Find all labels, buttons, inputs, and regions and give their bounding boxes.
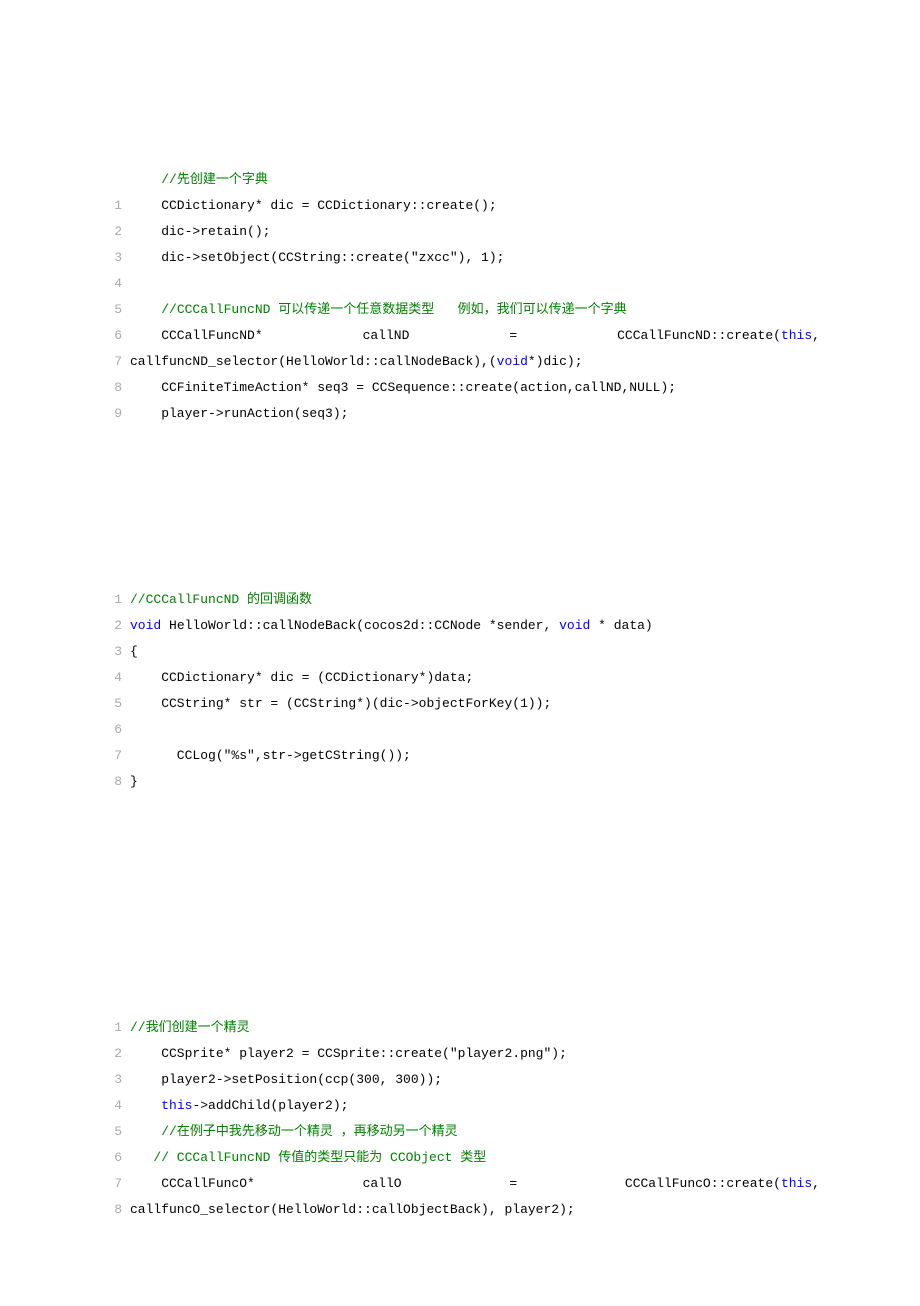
code-block-1: //先创建一个字典 1 CCDictionary* dic = CCDictio… [100, 170, 820, 430]
code-text: CCCallFuncO*callO=CCCallFuncO::create(th… [130, 1174, 820, 1195]
code-line: 6 [100, 720, 820, 746]
code-line: 5 //在例子中我先移动一个精灵 ，再移动另一个精灵 [100, 1122, 820, 1148]
line-number: 5 [100, 300, 130, 321]
code-text: //先创建一个字典 [130, 170, 820, 191]
line-number: 5 [100, 1122, 130, 1143]
code-line: 6 // CCCallFuncND 传值的类型只能为 CCObject 类型 [100, 1148, 820, 1174]
line-number: 4 [100, 668, 130, 689]
code-text: player2->setPosition(ccp(300, 300)); [130, 1070, 820, 1091]
code-line: 5 CCString* str = (CCString*)(dic->objec… [100, 694, 820, 720]
line-number: 6 [100, 720, 130, 741]
code-text: callfuncND_selector(HelloWorld::callNode… [130, 352, 820, 373]
line-number: 4 [100, 1096, 130, 1117]
code-text: callfuncO_selector(HelloWorld::callObjec… [130, 1200, 820, 1221]
code-text: } [130, 772, 820, 793]
code-document: //先创建一个字典 1 CCDictionary* dic = CCDictio… [0, 0, 920, 1306]
code-text: { [130, 642, 820, 663]
code-text: void HelloWorld::callNodeBack(cocos2d::C… [130, 616, 820, 637]
line-number: 1 [100, 1018, 130, 1039]
code-line: 7callfuncND_selector(HelloWorld::callNod… [100, 352, 820, 378]
code-line: 8callfuncO_selector(HelloWorld::callObje… [100, 1200, 820, 1226]
code-line: 7 CCCallFuncO*callO=CCCallFuncO::create(… [100, 1174, 820, 1200]
line-number: 7 [100, 1174, 130, 1195]
code-line: 9 player->runAction(seq3); [100, 404, 820, 430]
code-line: 2 CCSprite* player2 = CCSprite::create("… [100, 1044, 820, 1070]
line-number: 7 [100, 352, 130, 373]
line-number: 3 [100, 642, 130, 663]
code-line: 4 this->addChild(player2); [100, 1096, 820, 1122]
code-line: 8} [100, 772, 820, 798]
code-line: 2 dic->retain(); [100, 222, 820, 248]
line-number: 2 [100, 222, 130, 243]
code-line: 3{ [100, 642, 820, 668]
code-lines: 1//CCCallFuncND 的回调函数2void HelloWorld::c… [100, 590, 820, 798]
code-text: CCSprite* player2 = CCSprite::create("pl… [130, 1044, 820, 1065]
code-text: CCFiniteTimeAction* seq3 = CCSequence::c… [130, 378, 820, 399]
code-text: player->runAction(seq3); [130, 404, 820, 425]
line-number: 7 [100, 746, 130, 767]
code-line: 3 dic->setObject(CCString::create("zxcc"… [100, 248, 820, 274]
code-line: 1 CCDictionary* dic = CCDictionary::crea… [100, 196, 820, 222]
code-text: dic->setObject(CCString::create("zxcc"),… [130, 248, 820, 269]
line-number: 8 [100, 772, 130, 793]
code-text: //在例子中我先移动一个精灵 ，再移动另一个精灵 [130, 1122, 820, 1143]
code-line: 7 CCLog("%s",str->getCString()); [100, 746, 820, 772]
code-block-2: 1//CCCallFuncND 的回调函数2void HelloWorld::c… [100, 590, 820, 798]
code-line: 2void HelloWorld::callNodeBack(cocos2d::… [100, 616, 820, 642]
line-number: 5 [100, 694, 130, 715]
line-number: 8 [100, 378, 130, 399]
line-number: 3 [100, 1070, 130, 1091]
code-line: 8 CCFiniteTimeAction* seq3 = CCSequence:… [100, 378, 820, 404]
code-text: //我们创建一个精灵 [130, 1018, 820, 1039]
code-text: CCLog("%s",str->getCString()); [130, 746, 820, 767]
code-text: this->addChild(player2); [130, 1096, 820, 1117]
code-pre-line: //先创建一个字典 [100, 170, 820, 196]
code-lines: 1 CCDictionary* dic = CCDictionary::crea… [100, 196, 820, 430]
line-number: 6 [100, 326, 130, 347]
code-text: // CCCallFuncND 传值的类型只能为 CCObject 类型 [130, 1148, 820, 1169]
code-text: //CCCallFuncND 的回调函数 [130, 590, 820, 611]
line-number: 1 [100, 196, 130, 217]
code-line: 1//CCCallFuncND 的回调函数 [100, 590, 820, 616]
line-number: 2 [100, 616, 130, 637]
code-line: 1//我们创建一个精灵 [100, 1018, 820, 1044]
code-text: CCDictionary* dic = (CCDictionary*)data; [130, 668, 820, 689]
line-number: 4 [100, 274, 130, 295]
code-block-3: 1//我们创建一个精灵2 CCSprite* player2 = CCSprit… [100, 1018, 820, 1226]
code-text: CCString* str = (CCString*)(dic->objectF… [130, 694, 820, 715]
code-line: 3 player2->setPosition(ccp(300, 300)); [100, 1070, 820, 1096]
line-number: 1 [100, 590, 130, 611]
code-text: CCCallFuncND*callND=CCCallFuncND::create… [130, 326, 820, 347]
code-text: dic->retain(); [130, 222, 820, 243]
code-line: 4 CCDictionary* dic = (CCDictionary*)dat… [100, 668, 820, 694]
code-text: CCDictionary* dic = CCDictionary::create… [130, 196, 820, 217]
line-number: 6 [100, 1148, 130, 1169]
code-lines: 1//我们创建一个精灵2 CCSprite* player2 = CCSprit… [100, 1018, 820, 1226]
line-number: 8 [100, 1200, 130, 1221]
code-line: 6 CCCallFuncND*callND=CCCallFuncND::crea… [100, 326, 820, 352]
line-number: 9 [100, 404, 130, 425]
line-number: 3 [100, 248, 130, 269]
code-text: //CCCallFuncND 可以传递一个任意数据类型 例如，我们可以传递一个字… [130, 300, 820, 321]
code-line: 4 [100, 274, 820, 300]
line-number: 2 [100, 1044, 130, 1065]
code-line: 5 //CCCallFuncND 可以传递一个任意数据类型 例如，我们可以传递一… [100, 300, 820, 326]
